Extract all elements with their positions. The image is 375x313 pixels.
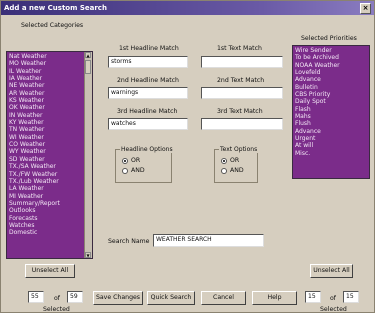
priorities-items: Wire Sender To be Archived NOAA Weather Lov…: [295, 47, 367, 157]
category-list-item[interactable]: CO Weather: [9, 141, 84, 148]
right-selected-caption: Selected: [320, 306, 347, 313]
category-list-item[interactable]: Outlooks: [9, 207, 84, 214]
text-or-label: OR: [230, 157, 240, 164]
text-2-label: 2nd Text Match: [217, 77, 265, 84]
scroll-thumb[interactable]: [85, 60, 91, 74]
category-list-item[interactable]: MI Weather: [9, 193, 84, 200]
text-1-input[interactable]: [201, 56, 283, 68]
category-list-item[interactable]: TX./SA Weather: [9, 163, 84, 170]
headline-options-group: Headline Options OR AND: [115, 146, 174, 183]
headline-and-label: AND: [131, 167, 145, 174]
categories-list[interactable]: Nat Weather MO Weather IL Weather IA Weathe…: [6, 51, 93, 259]
priorities-header: Selected Priorities: [301, 35, 357, 42]
priority-list-item[interactable]: Advance: [295, 128, 367, 135]
text-and-label: AND: [230, 167, 244, 174]
priority-list-item[interactable]: Wire Sender: [295, 47, 367, 54]
category-list-item[interactable]: Nat Weather: [9, 53, 84, 60]
headline-2-label: 2nd Headline Match: [117, 77, 179, 84]
left-of-label: of: [54, 295, 60, 302]
priority-list-item[interactable]: CBS Priority: [295, 91, 367, 98]
text-2-input[interactable]: [201, 87, 283, 99]
text-3-label: 3rd Text Match: [217, 108, 263, 115]
right-selected-count: 15: [305, 291, 321, 303]
priority-list-item[interactable]: Mahs: [295, 113, 367, 120]
priority-list-item[interactable]: Advance: [295, 76, 367, 83]
priority-list-item[interactable]: Bulletin: [295, 84, 367, 91]
headline-3-input[interactable]: watches: [108, 118, 188, 130]
quick-search-button[interactable]: Quick Search: [147, 291, 195, 305]
headline-or-label: OR: [131, 157, 141, 164]
category-list-item[interactable]: OK Weather: [9, 104, 84, 111]
category-list-item[interactable]: KS Weather: [9, 97, 84, 104]
category-list-item[interactable]: IL Weather: [9, 68, 84, 75]
category-list-item[interactable]: Domestic: [9, 229, 84, 236]
scroll-down-icon[interactable]: ▼: [85, 252, 91, 258]
scroll-up-icon[interactable]: ▲: [85, 52, 91, 58]
search-name-label: Search Name: [108, 238, 150, 245]
headline-or-radio[interactable]: [122, 158, 128, 164]
left-total-count: 59: [67, 291, 83, 303]
category-list-item[interactable]: MO Weather: [9, 60, 84, 67]
priority-list-item[interactable]: Flush: [295, 120, 367, 127]
category-list-item[interactable]: WY Weather: [9, 148, 84, 155]
custom-search-dialog: Add a new Custom Search × Selected Categ…: [0, 0, 375, 313]
priority-list-item[interactable]: To be Archived: [295, 54, 367, 61]
priority-list-item[interactable]: At will: [295, 142, 367, 149]
left-selected-caption: Selected: [43, 306, 70, 313]
category-list-item[interactable]: Forecasts: [9, 215, 84, 222]
unselect-all-priorities-button[interactable]: Unselect All: [310, 264, 353, 278]
priorities-list[interactable]: Wire Sender To be Archived NOAA Weather Lov…: [292, 45, 370, 179]
text-and-radio[interactable]: [221, 168, 227, 174]
window-title: Add a new Custom Search: [4, 4, 107, 12]
text-or-radio[interactable]: [221, 158, 227, 164]
category-list-item[interactable]: TN Weather: [9, 126, 84, 133]
category-list-item[interactable]: TX./FW Weather: [9, 171, 84, 178]
headline-and-radio[interactable]: [122, 168, 128, 174]
search-name-input[interactable]: WEATHER SEARCH: [153, 234, 264, 247]
headline-1-input[interactable]: storms: [108, 56, 188, 68]
priority-list-item[interactable]: Flash: [295, 106, 367, 113]
priority-list-item[interactable]: Daily Spot: [295, 98, 367, 105]
category-list-item[interactable]: TX./Lub Weather: [9, 178, 84, 185]
priority-list-item[interactable]: Lovefeld: [295, 69, 367, 76]
categories-scrollbar[interactable]: ▲ ▼: [84, 52, 92, 258]
text-options-group: Text Options OR AND: [214, 146, 259, 183]
left-selected-count: 55: [28, 291, 44, 303]
category-list-item[interactable]: Summary/Report: [9, 200, 84, 207]
category-list-item[interactable]: WI Weather: [9, 134, 84, 141]
category-list-item[interactable]: LA Weather: [9, 185, 84, 192]
priority-list-item[interactable]: Urgent: [295, 135, 367, 142]
categories-items: Nat Weather MO Weather IL Weather IA Weathe…: [9, 53, 84, 237]
category-list-item[interactable]: AR Weather: [9, 90, 84, 97]
right-of-label: of: [330, 295, 336, 302]
save-changes-button[interactable]: Save Changes: [93, 291, 143, 305]
text-options-title: Text Options: [219, 146, 259, 153]
priority-list-item[interactable]: NOAA Weather: [295, 62, 367, 69]
category-list-item[interactable]: NE Weather: [9, 82, 84, 89]
headline-1-label: 1st Headline Match: [119, 45, 179, 52]
text-1-label: 1st Text Match: [217, 45, 262, 52]
right-total-count: 15: [343, 291, 359, 303]
categories-header: Selected Categories: [21, 22, 84, 29]
help-button[interactable]: Help: [252, 291, 297, 305]
category-list-item[interactable]: IA Weather: [9, 75, 84, 82]
category-list-item[interactable]: SD Weather: [9, 156, 84, 163]
headline-2-input[interactable]: warnings: [108, 87, 188, 99]
category-list-item[interactable]: Watches: [9, 222, 84, 229]
title-bar: Add a new Custom Search ×: [1, 1, 374, 15]
category-list-item[interactable]: KY Weather: [9, 119, 84, 126]
headline-options-title: Headline Options: [120, 146, 174, 153]
headline-3-label: 3rd Headline Match: [117, 108, 178, 115]
priority-list-item[interactable]: Misc.: [295, 150, 367, 157]
cancel-button[interactable]: Cancel: [201, 291, 246, 305]
close-icon[interactable]: ×: [360, 3, 371, 14]
unselect-all-categories-button[interactable]: Unselect All: [25, 264, 75, 278]
text-3-input[interactable]: [201, 118, 283, 130]
category-list-item[interactable]: IN Weather: [9, 112, 84, 119]
